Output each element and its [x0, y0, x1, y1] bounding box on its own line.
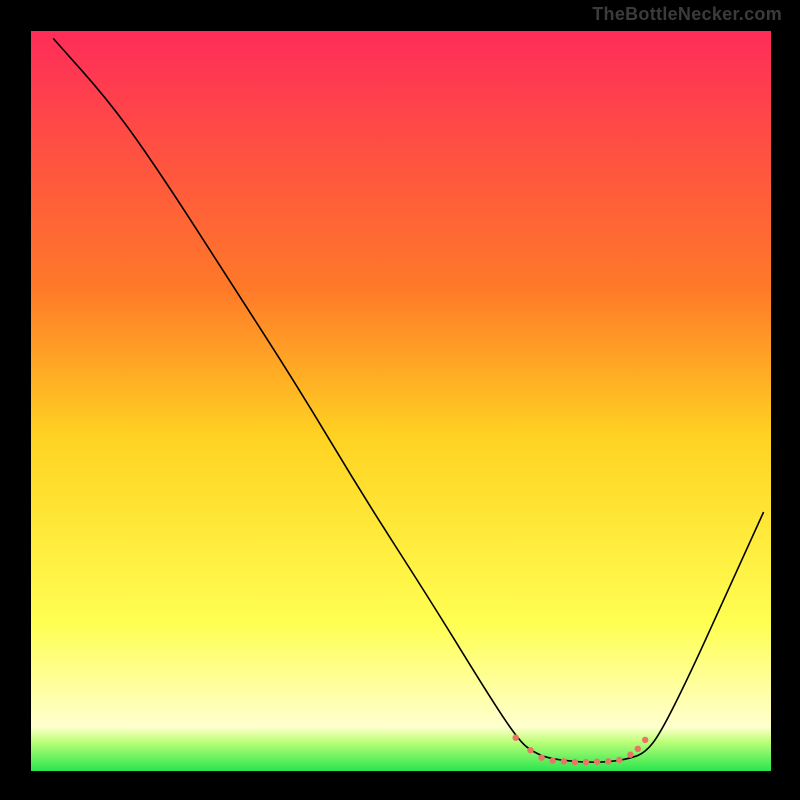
scatter-dot [538, 754, 544, 760]
scatter-dot [635, 746, 641, 752]
scatter-dot [513, 735, 519, 741]
scatter-dot [642, 737, 648, 743]
scatter-dot [594, 759, 600, 765]
scatter-dot [627, 752, 633, 758]
watermark-text: TheBottleNecker.com [592, 4, 782, 25]
scatter-dot [605, 758, 611, 764]
scatter-dot [616, 757, 622, 763]
scatter-dot [550, 757, 556, 763]
scatter-dot [572, 759, 578, 765]
gradient-background [31, 31, 771, 771]
scatter-dot [527, 747, 533, 753]
chart-plot [30, 30, 772, 772]
scatter-dot [561, 758, 567, 764]
scatter-dot [583, 759, 589, 765]
chart-container: TheBottleNecker.com [0, 0, 800, 800]
